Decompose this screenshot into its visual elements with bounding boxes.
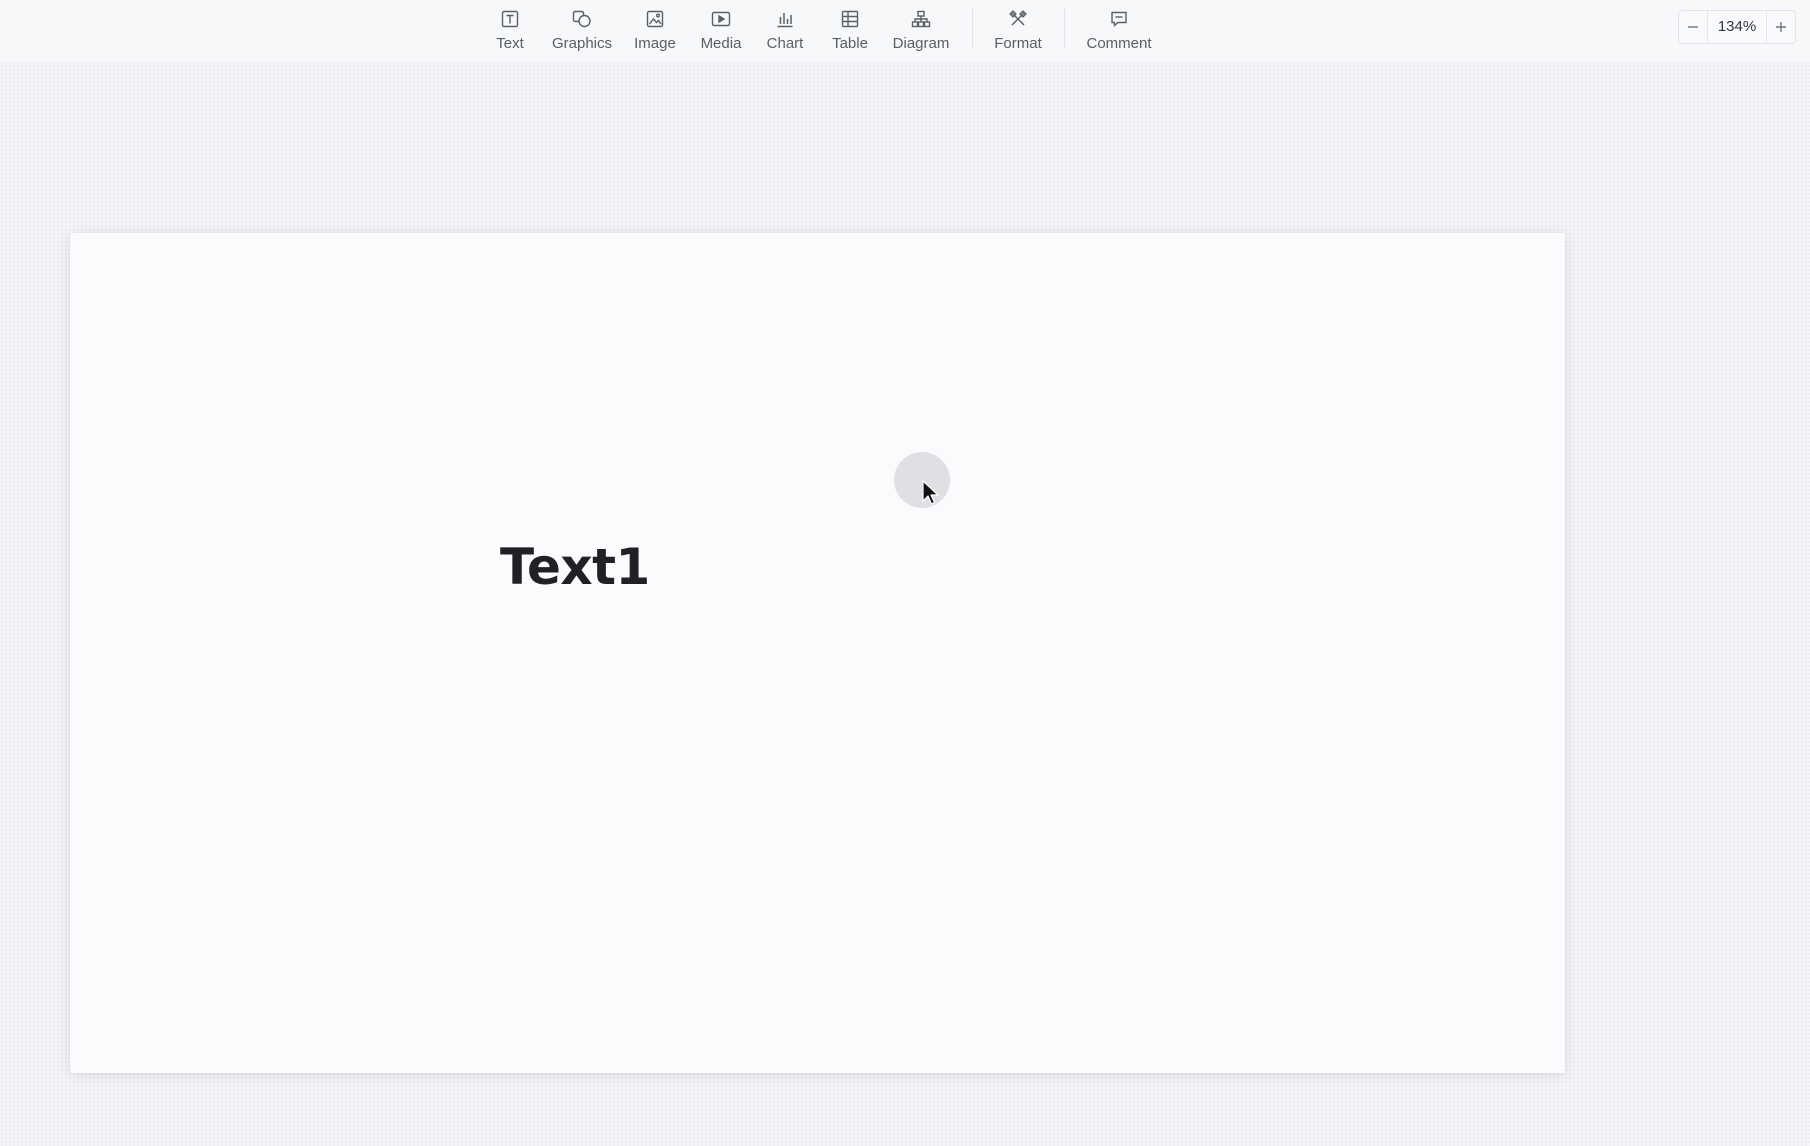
- text-box-icon: [499, 8, 521, 30]
- image-icon: [644, 8, 666, 30]
- graphics-tool-button[interactable]: Graphics: [552, 6, 612, 56]
- image-tool-button[interactable]: Image: [632, 6, 678, 56]
- mouse-pointer-icon: [922, 480, 939, 505]
- editor-app: Text Graphics Image Media Chart Table Di…: [0, 0, 1810, 1146]
- format-brush-icon: [1007, 8, 1029, 30]
- zoom-level[interactable]: 134%: [1707, 11, 1767, 43]
- comment-tool-label: Comment: [1086, 35, 1152, 52]
- comment-icon: [1108, 8, 1130, 30]
- media-tool-label: Media: [700, 35, 742, 52]
- zoom-out-button[interactable]: [1679, 11, 1707, 43]
- minus-icon: [1688, 26, 1698, 28]
- comment-tool-button[interactable]: Comment: [1085, 6, 1153, 56]
- slide-textbox[interactable]: Text1: [500, 538, 650, 596]
- text-tool-button[interactable]: Text: [492, 6, 528, 56]
- plus-icon: [1776, 22, 1786, 32]
- table-tool-label: Table: [832, 35, 868, 52]
- table-tool-button[interactable]: Table: [829, 6, 871, 56]
- shapes-icon: [571, 8, 593, 30]
- graphics-tool-label: Graphics: [551, 35, 613, 52]
- diagram-tool-button[interactable]: Diagram: [892, 6, 950, 56]
- text-tool-label: Text: [496, 35, 524, 52]
- chart-tool-label: Chart: [766, 35, 804, 52]
- chart-tool-button[interactable]: Chart: [764, 6, 806, 56]
- toolbar-divider: [972, 8, 973, 48]
- zoom-in-button[interactable]: [1767, 11, 1795, 43]
- bar-chart-icon: [774, 8, 796, 30]
- insert-toolbar: Text Graphics Image Media Chart Table Di…: [0, 0, 1810, 63]
- toolbar-divider: [1064, 8, 1065, 48]
- diagram-tool-label: Diagram: [892, 35, 950, 52]
- slide-canvas[interactable]: Text1: [70, 233, 1565, 1073]
- zoom-control: 134%: [1678, 10, 1796, 44]
- image-tool-label: Image: [634, 35, 676, 52]
- diagram-icon: [910, 8, 932, 30]
- format-tool-button[interactable]: Format: [993, 6, 1043, 56]
- media-play-icon: [710, 8, 732, 30]
- table-icon: [839, 8, 861, 30]
- format-tool-label: Format: [994, 35, 1042, 52]
- media-tool-button[interactable]: Media: [699, 6, 743, 56]
